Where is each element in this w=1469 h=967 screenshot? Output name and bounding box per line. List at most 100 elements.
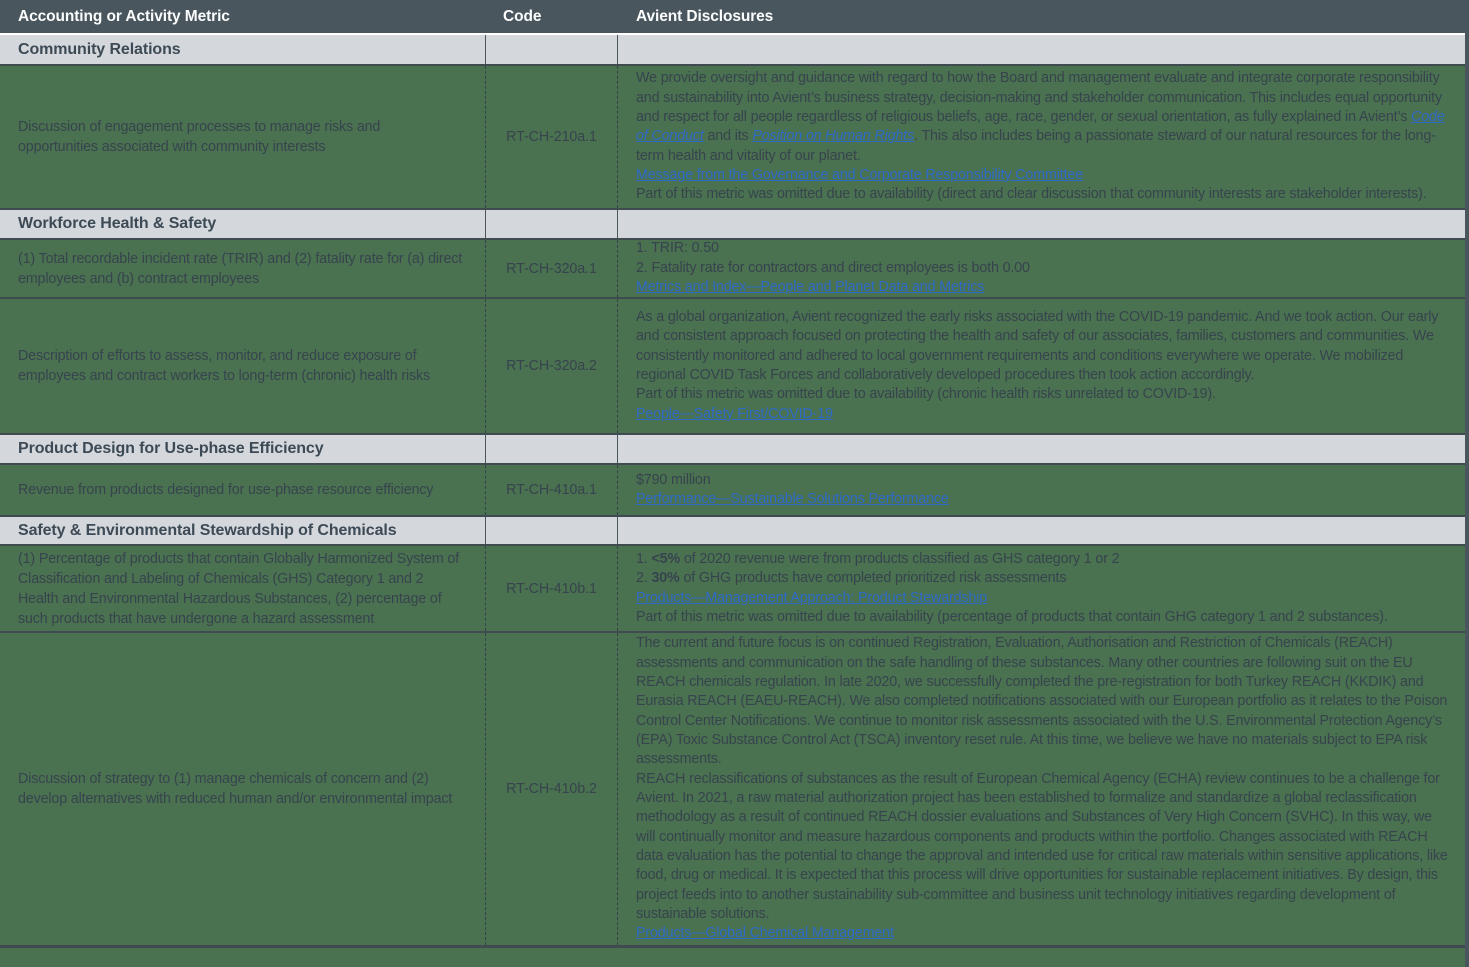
section-title-cell: Product Design for Use-phase Efficiency: [0, 435, 486, 463]
disclosure-block: 2. 30% of GHG products have completed pr…: [636, 569, 1455, 588]
disclosure-block: 1. TRIR: 0.50: [636, 240, 1455, 259]
section-title-cell: Safety & Environmental Stewardship of Ch…: [0, 517, 486, 544]
metric-cell: (1) Total recordable incident rate (TRIR…: [0, 240, 486, 297]
disclosure-block: REACH reclassifications of substances as…: [636, 770, 1455, 925]
code-text: RT-CH-320a.1: [506, 261, 597, 277]
code-cell: RT-CH-410b.1: [486, 546, 618, 631]
disclosure-text-bold: 30%: [651, 570, 679, 586]
disclosure-text: of 2020 revenue were from products class…: [680, 551, 1119, 567]
disclosure-block: 1. <5% of 2020 revenue were from product…: [636, 550, 1455, 569]
disclosure-cell: $790 million Performance—Sustainable Solu…: [618, 465, 1465, 515]
section-disclosure-cell: [618, 35, 1465, 64]
disclosure-link[interactable]: Performance—Sustainable Solutions Perfor…: [636, 491, 949, 507]
disclosure-block: Products—Management Approach: Product St…: [636, 589, 1455, 608]
section-code-cell: [486, 210, 618, 238]
disclosure-block: We provide oversight and guidance with r…: [636, 69, 1455, 166]
section-row-community-relations: Community Relations: [0, 35, 1465, 64]
disclosure-block: $790 million: [636, 471, 1455, 490]
code-text: RT-CH-320a.2: [506, 358, 597, 374]
disclosure-block: 2. Fatality rate for contractors and dir…: [636, 259, 1455, 278]
code-cell: RT-CH-410a.1: [486, 465, 618, 515]
disclosure-block: Metrics and Index—People and Planet Data…: [636, 278, 1455, 297]
metric-cell: Discussion of engagement processes to ma…: [0, 66, 486, 208]
disclosure-block: Part of this metric was omitted due to a…: [636, 185, 1455, 204]
disclosure-block: Message from the Governance and Corporat…: [636, 166, 1455, 185]
disclosure-block: Products—Global Chemical Management: [636, 924, 1455, 943]
disclosure-text: The current and future focus is on conti…: [636, 635, 1447, 767]
disclosure-text: REACH reclassifications of substances as…: [636, 771, 1448, 922]
disclosure-text: 1. TRIR: 0.50: [636, 240, 719, 256]
table-row-rt-ch-320a-2: Description of efforts to assess, monito…: [0, 297, 1465, 433]
disclosure-block: People—Safety First/COVID-19: [636, 405, 1455, 424]
section-title-cell: Workforce Health & Safety: [0, 210, 486, 238]
metric-cell: Discussion of strategy to (1) manage che…: [0, 633, 486, 945]
metric-text: Discussion of strategy to (1) manage che…: [18, 769, 463, 809]
disclosure-block: As a global organization, Avient recogni…: [636, 308, 1455, 385]
disclosure-text: As a global organization, Avient recogni…: [636, 309, 1438, 383]
disclosure-text-bold: <5%: [651, 551, 680, 567]
disclosure-text: and its: [704, 128, 753, 144]
metric-cell: Revenue from products designed for use-p…: [0, 465, 486, 515]
section-row-safety-environmental-stewardship-of-chemicals: Safety & Environmental Stewardship of Ch…: [0, 515, 1465, 544]
disclosure-text: Part of this metric was omitted due to a…: [636, 186, 1427, 202]
disclosure-text: of GHG products have completed prioritiz…: [680, 570, 1067, 586]
metric-cell: Description of efforts to assess, monito…: [0, 299, 486, 433]
code-text: RT-CH-410b.2: [506, 781, 597, 797]
metric-cell: (1) Percentage of products that contain …: [0, 546, 486, 631]
disclosure-link[interactable]: Metrics and Index—People and Planet Data…: [636, 279, 984, 295]
table-header-row: Accounting or Activity Metric Code Avien…: [0, 0, 1465, 33]
disclosure-link[interactable]: Products—Management Approach: Product St…: [636, 590, 987, 606]
code-cell: RT-CH-210a.1: [486, 66, 618, 208]
section-title: Product Design for Use-phase Efficiency: [18, 440, 324, 458]
disclosure-cell: 1. TRIR: 0.50 2. Fatality rate for contra…: [618, 240, 1465, 297]
code-cell: RT-CH-320a.2: [486, 299, 618, 433]
disclosure-text: Part of this metric was omitted due to a…: [636, 386, 1216, 402]
disclosure-link[interactable]: Products—Global Chemical Management: [636, 925, 894, 941]
header-accounting-metric: Accounting or Activity Metric: [0, 8, 486, 26]
code-cell: RT-CH-320a.1: [486, 240, 618, 297]
table-row-rt-ch-410b-1: (1) Percentage of products that contain …: [0, 544, 1465, 631]
disclosure-cell: As a global organization, Avient recogni…: [618, 299, 1465, 433]
disclosure-link[interactable]: Message from the Governance and Corporat…: [636, 167, 1083, 183]
header-code: Code: [486, 8, 618, 26]
table-row-rt-ch-320a-1: (1) Total recordable incident rate (TRIR…: [0, 238, 1465, 297]
table-bottom-strip: [0, 945, 1465, 967]
section-title: Community Relations: [18, 41, 181, 59]
code-text: RT-CH-410b.1: [506, 581, 597, 597]
disclosure-cell: We provide oversight and guidance with r…: [618, 66, 1465, 208]
section-disclosure-cell: [618, 210, 1465, 238]
disclosure-block: The current and future focus is on conti…: [636, 634, 1455, 769]
section-code-cell: [486, 435, 618, 463]
disclosure-cell: 1. <5% of 2020 revenue were from product…: [618, 546, 1465, 631]
disclosure-text: We provide oversight and guidance with r…: [636, 70, 1442, 125]
sasb-disclosure-table: Accounting or Activity Metric Code Avien…: [0, 0, 1469, 967]
disclosure-cell: The current and future focus is on conti…: [618, 633, 1465, 945]
disclosure-text: 1.: [636, 551, 651, 567]
disclosure-block: Part of this metric was omitted due to a…: [636, 608, 1455, 627]
table-body: Community Relations Discussion of engagem…: [0, 35, 1465, 945]
disclosure-text: Part of this metric was omitted due to a…: [636, 609, 1388, 625]
table-row-rt-ch-210a-1: Discussion of engagement processes to ma…: [0, 64, 1465, 208]
table-row-rt-ch-410b-2: Discussion of strategy to (1) manage che…: [0, 631, 1465, 945]
metric-text: Discussion of engagement processes to ma…: [18, 117, 463, 157]
disclosure-block: Part of this metric was omitted due to a…: [636, 385, 1455, 404]
code-cell: RT-CH-410b.2: [486, 633, 618, 945]
metric-text: Revenue from products designed for use-p…: [18, 480, 433, 500]
section-code-cell: [486, 517, 618, 544]
disclosure-text: 2. Fatality rate for contractors and dir…: [636, 260, 1030, 276]
header-avient-disclosures: Avient Disclosures: [618, 8, 1465, 26]
section-row-product-design-for-use-phase-efficiency: Product Design for Use-phase Efficiency: [0, 433, 1465, 463]
section-disclosure-cell: [618, 517, 1465, 544]
metric-text: Description of efforts to assess, monito…: [18, 346, 463, 386]
section-code-cell: [486, 35, 618, 64]
disclosure-link[interactable]: People—Safety First/COVID-19: [636, 406, 833, 422]
section-disclosure-cell: [618, 435, 1465, 463]
disclosure-block: Performance—Sustainable Solutions Perfor…: [636, 490, 1455, 509]
disclosure-link[interactable]: Position on Human Rights: [752, 128, 914, 144]
disclosure-text: $790 million: [636, 472, 711, 488]
table-row-rt-ch-410a-1: Revenue from products designed for use-p…: [0, 463, 1465, 515]
section-title: Workforce Health & Safety: [18, 215, 216, 233]
section-title: Safety & Environmental Stewardship of Ch…: [18, 522, 397, 540]
section-title-cell: Community Relations: [0, 35, 486, 64]
section-row-workforce-health-safety: Workforce Health & Safety: [0, 208, 1465, 238]
